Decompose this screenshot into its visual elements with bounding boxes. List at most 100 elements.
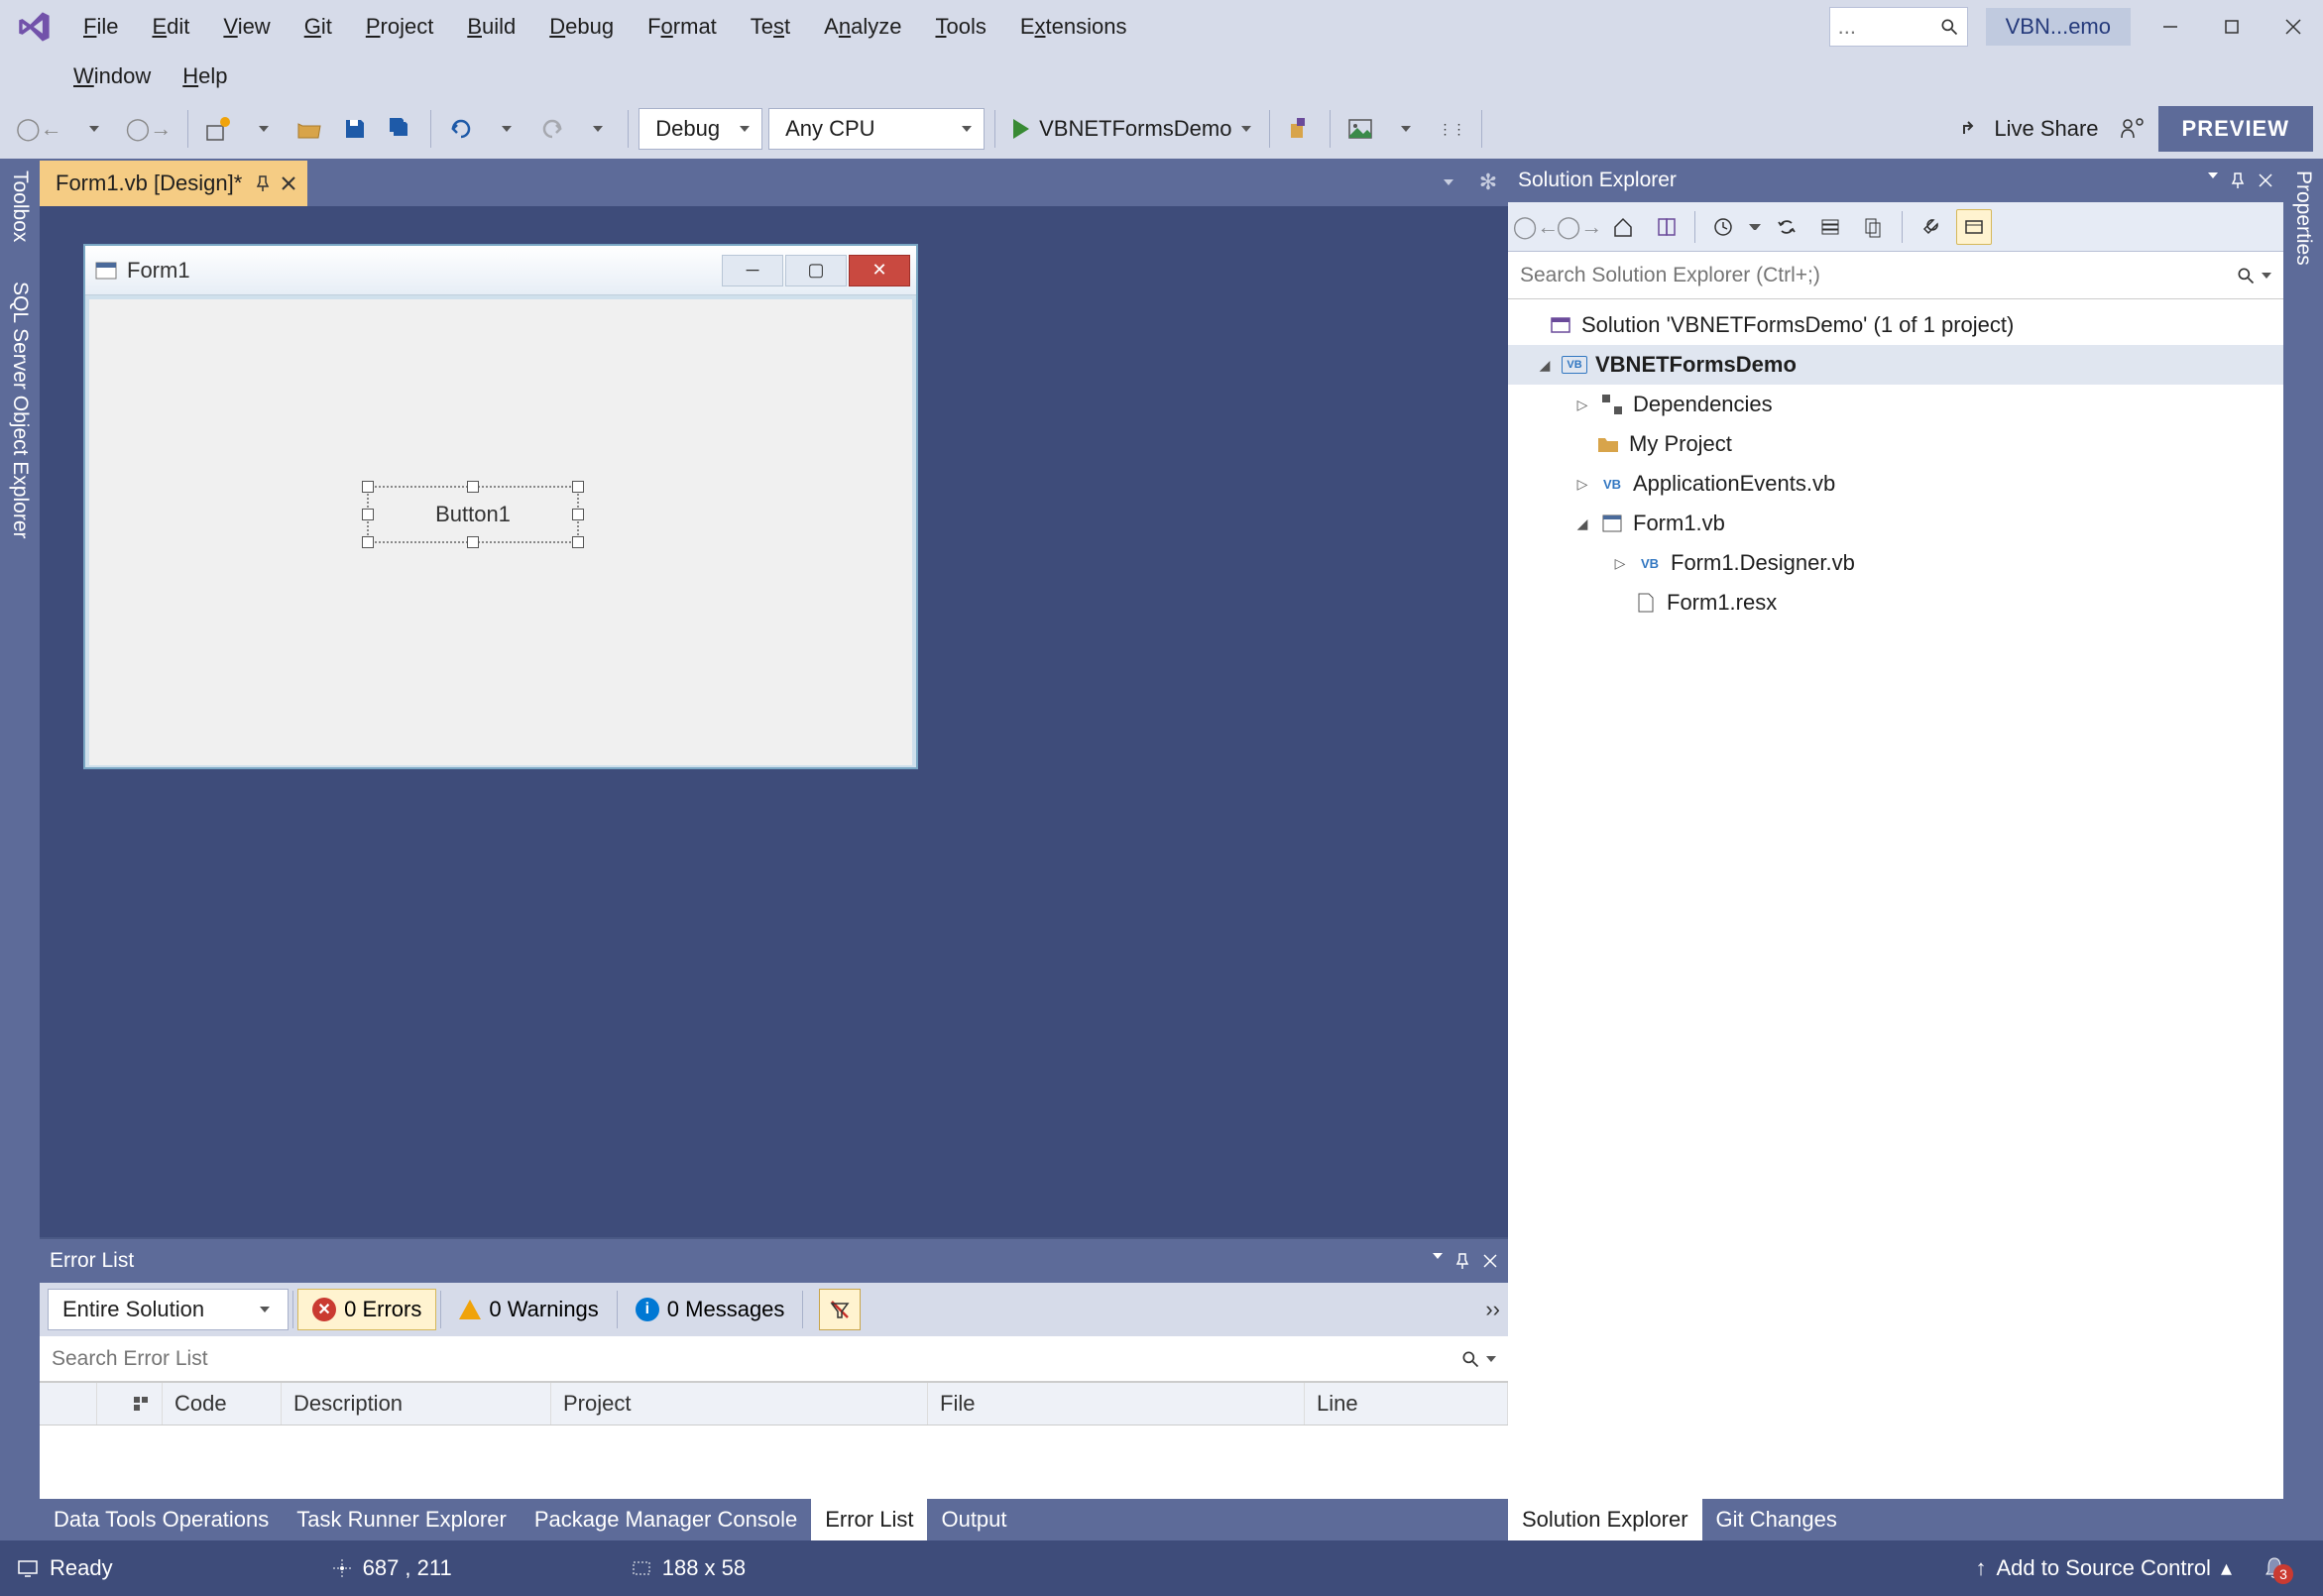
menu-project[interactable]: Project: [350, 10, 449, 44]
se-sync-button[interactable]: [1769, 209, 1804, 245]
tree-project-node[interactable]: ◢ VB VBNETFormsDemo: [1508, 345, 2283, 385]
se-back-button[interactable]: ◯←: [1518, 209, 1554, 245]
menu-window[interactable]: Window: [58, 59, 167, 93]
error-col-file[interactable]: File: [928, 1383, 1305, 1425]
preview-button[interactable]: PREVIEW: [2158, 106, 2313, 152]
panel-dropdown-icon[interactable]: [2208, 172, 2218, 188]
close-panel-icon[interactable]: [1482, 1253, 1498, 1269]
menu-tools[interactable]: Tools: [919, 10, 1001, 44]
warnings-filter-button[interactable]: 0 Warnings: [445, 1289, 612, 1330]
open-file-button[interactable]: [290, 107, 329, 151]
menu-extensions[interactable]: Extensions: [1004, 10, 1143, 44]
errors-filter-button[interactable]: ✕ 0 Errors: [297, 1289, 436, 1330]
menu-format[interactable]: Format: [632, 10, 733, 44]
save-button[interactable]: [335, 107, 375, 151]
toolbar-dots-button[interactable]: ⋮⋮: [1432, 107, 1471, 151]
redo-dropdown[interactable]: [578, 107, 618, 151]
menu-help[interactable]: Help: [167, 59, 243, 93]
nav-back-dropdown[interactable]: [74, 107, 114, 151]
tab-solution-explorer[interactable]: Solution Explorer: [1508, 1499, 1702, 1540]
source-control-button[interactable]: ↑ Add to Source Control ▴: [1975, 1555, 2232, 1581]
close-tab-icon[interactable]: [280, 174, 297, 192]
messages-filter-button[interactable]: i 0 Messages: [622, 1289, 799, 1330]
se-pending-changes-button[interactable]: [1705, 209, 1741, 245]
panel-dropdown-icon[interactable]: [1433, 1253, 1443, 1269]
menu-git[interactable]: Git: [289, 10, 348, 44]
expander-icon[interactable]: ◢: [1536, 356, 1554, 374]
error-col-description[interactable]: Description: [282, 1383, 551, 1425]
se-preview-button[interactable]: [1956, 209, 1992, 245]
menu-analyze[interactable]: Analyze: [808, 10, 917, 44]
expander-icon[interactable]: ▷: [1573, 396, 1591, 413]
undo-button[interactable]: [441, 107, 481, 151]
toolbox-tab[interactable]: Toolbox: [6, 165, 34, 248]
menu-test[interactable]: Test: [735, 10, 806, 44]
solution-config-dropdown[interactable]: Debug: [639, 108, 762, 150]
redo-button[interactable]: [532, 107, 572, 151]
minimize-button[interactable]: [2149, 8, 2192, 46]
live-share-button[interactable]: Live Share: [1950, 116, 2106, 142]
error-scope-dropdown[interactable]: Entire Solution: [48, 1289, 289, 1330]
se-collapse-button[interactable]: [1812, 209, 1848, 245]
solution-explorer-tree[interactable]: Solution 'VBNETFormsDemo' (1 of 1 projec…: [1508, 299, 2283, 1499]
error-search-dropdown[interactable]: [1486, 1356, 1496, 1362]
tree-dependencies-node[interactable]: ▷ Dependencies: [1508, 385, 2283, 424]
tab-data-tools[interactable]: Data Tools Operations: [40, 1499, 283, 1540]
pin-icon[interactable]: [254, 174, 272, 192]
se-properties-button[interactable]: [1913, 209, 1948, 245]
menu-view[interactable]: View: [207, 10, 286, 44]
se-show-all-button[interactable]: [1856, 209, 1892, 245]
form-designer-surface[interactable]: Form1 ─ ▢ ✕ Button1: [40, 206, 1508, 1237]
error-overflow-icon[interactable]: ››: [1485, 1297, 1500, 1322]
menu-debug[interactable]: Debug: [533, 10, 630, 44]
error-col-line[interactable]: Line: [1305, 1383, 1508, 1425]
solution-platform-dropdown[interactable]: Any CPU: [768, 108, 985, 150]
error-list-titlebar[interactable]: Error List: [40, 1239, 1508, 1283]
se-search-input[interactable]: [1520, 264, 2236, 287]
button1-control[interactable]: Button1: [367, 486, 579, 543]
close-button[interactable]: [2271, 8, 2315, 46]
feedback-button[interactable]: [2113, 107, 2152, 151]
solution-explorer-titlebar[interactable]: Solution Explorer: [1508, 159, 2283, 202]
toolbar-img-dropdown[interactable]: [1386, 107, 1426, 151]
pin-icon[interactable]: [2230, 172, 2246, 188]
window-selector[interactable]: VBN...emo: [1986, 8, 2131, 46]
error-filter-button[interactable]: [819, 1289, 861, 1330]
doc-tab-dropdown[interactable]: [1429, 161, 1468, 204]
expander-icon[interactable]: ◢: [1573, 514, 1591, 532]
error-col-code[interactable]: Code: [163, 1383, 282, 1425]
new-project-dropdown[interactable]: [244, 107, 284, 151]
error-col-category[interactable]: [97, 1383, 163, 1425]
solution-explorer-search[interactable]: [1508, 252, 2283, 299]
toolbar-misc-button[interactable]: [1280, 107, 1320, 151]
document-tab-form1[interactable]: Form1.vb [Design]*: [40, 161, 307, 206]
se-switch-views-button[interactable]: [1649, 209, 1684, 245]
new-project-button[interactable]: [198, 107, 238, 151]
expander-icon[interactable]: ▷: [1611, 554, 1629, 572]
notifications-button[interactable]: 3: [2262, 1555, 2287, 1581]
error-col-icon[interactable]: [40, 1383, 97, 1425]
undo-dropdown[interactable]: [487, 107, 526, 151]
se-search-dropdown[interactable]: [2262, 273, 2271, 279]
tree-appevents-node[interactable]: ▷ VB ApplicationEvents.vb: [1508, 464, 2283, 504]
menu-file[interactable]: File: [67, 10, 134, 44]
tab-output[interactable]: Output: [927, 1499, 1020, 1540]
doc-tab-settings-icon[interactable]: ✻: [1468, 161, 1508, 204]
tree-myproject-node[interactable]: My Project: [1508, 424, 2283, 464]
expander-icon[interactable]: ▷: [1573, 475, 1591, 493]
pin-icon[interactable]: [1454, 1253, 1470, 1269]
quick-search[interactable]: ...: [1829, 7, 1968, 47]
menu-build[interactable]: Build: [451, 10, 531, 44]
tree-solution-node[interactable]: Solution 'VBNETFormsDemo' (1 of 1 projec…: [1508, 305, 2283, 345]
start-debugging-button[interactable]: VBNETFormsDemo: [1005, 116, 1259, 142]
tree-form1designer-node[interactable]: ▷ VB Form1.Designer.vb: [1508, 543, 2283, 583]
tab-package-manager[interactable]: Package Manager Console: [521, 1499, 811, 1540]
nav-back-button[interactable]: ◯←: [10, 107, 68, 151]
se-forward-button[interactable]: ◯→: [1562, 209, 1597, 245]
sql-explorer-tab[interactable]: SQL Server Object Explorer: [6, 276, 34, 545]
tab-error-list[interactable]: Error List: [811, 1499, 927, 1540]
tab-git-changes[interactable]: Git Changes: [1702, 1499, 1851, 1540]
menu-edit[interactable]: Edit: [136, 10, 205, 44]
properties-tab[interactable]: Properties: [2289, 165, 2317, 272]
form-client-area[interactable]: Button1: [89, 299, 912, 765]
